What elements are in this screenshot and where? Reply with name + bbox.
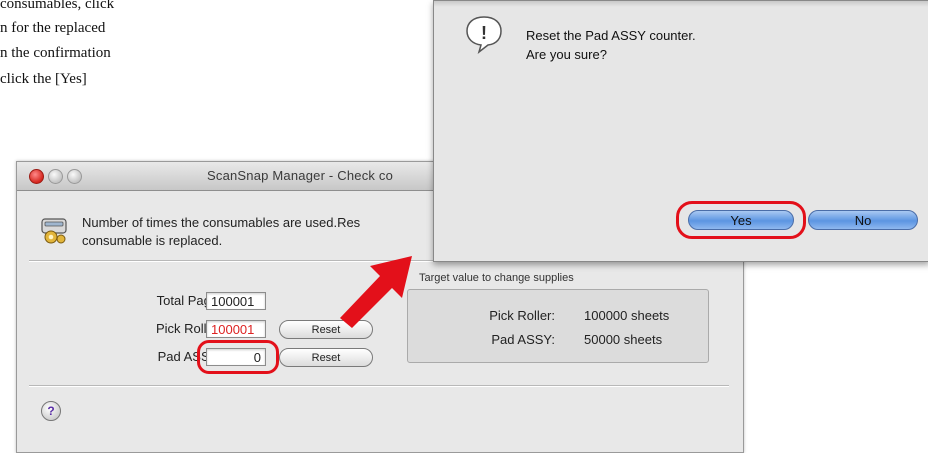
pick-roller-count-field: 100001 (206, 320, 266, 338)
exclamation-speech-icon: ! (466, 16, 502, 54)
red-arrow-icon (340, 256, 412, 328)
total-page-count-field: 100001 (206, 292, 266, 310)
target-values-box: Pick Roller: 100000 sheets Pad ASSY: 500… (407, 289, 709, 363)
doc-line: click the [Yes] (0, 71, 87, 87)
pad-assy-reset-button[interactable]: Reset (279, 348, 373, 367)
divider (29, 385, 729, 387)
target-pick-roller-value: 100000 sheets (584, 308, 670, 323)
target-group-title: Target value to change supplies (419, 272, 574, 284)
window-title: ScanSnap Manager - Check co (207, 168, 394, 183)
help-icon: ? (47, 404, 55, 418)
dialog-question: Are you sure? (526, 47, 607, 62)
confirm-reset-dialog: ! Reset the Pad ASSY counter. Are you su… (433, 0, 928, 262)
target-pick-roller-label: Pick Roller: (489, 308, 555, 323)
yes-button-highlight (676, 201, 806, 239)
zoom-window-button[interactable] (67, 169, 82, 184)
help-button[interactable]: ? (41, 401, 61, 421)
scanner-gear-icon (41, 218, 67, 244)
info-line: Number of times the consumables are used… (82, 215, 361, 230)
pad-count-highlight (197, 340, 279, 374)
no-button[interactable]: No (808, 210, 918, 230)
close-window-button[interactable] (29, 169, 44, 184)
dialog-message: Reset the Pad ASSY counter. (526, 28, 696, 43)
target-pad-assy-label: Pad ASSY: (491, 332, 555, 347)
doc-line: n for the replaced (0, 20, 106, 36)
dialog-top-edge (434, 1, 928, 7)
info-message: Number of times the consumables are used… (82, 214, 442, 250)
alert-symbol: ! (481, 23, 487, 43)
doc-line: consumables, click (0, 0, 115, 12)
target-pad-assy-value: 50000 sheets (584, 332, 663, 347)
minimize-window-button[interactable] (48, 169, 63, 184)
doc-line: n the confirmation (0, 45, 111, 61)
